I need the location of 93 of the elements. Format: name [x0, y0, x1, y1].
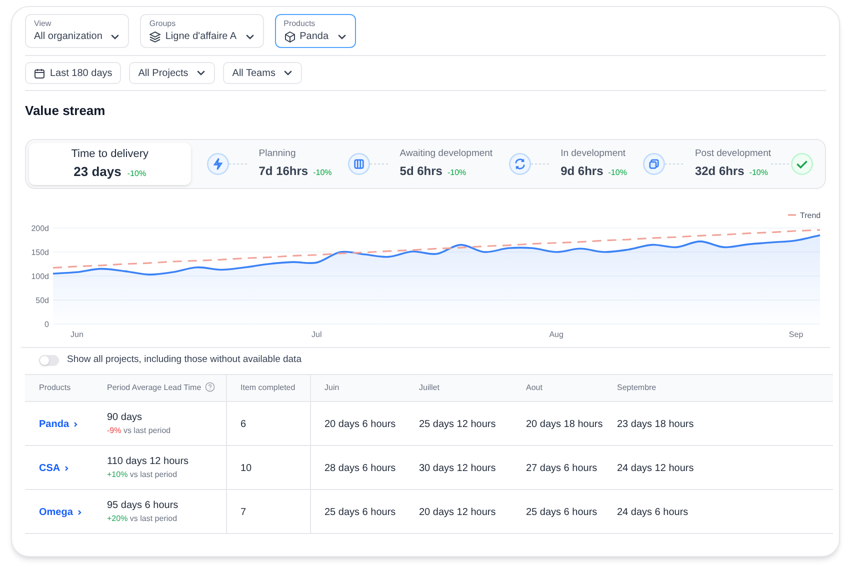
lead-time-value: 110 days 12 hours: [107, 454, 190, 468]
date-range-button[interactable]: Last 180 days: [25, 62, 122, 84]
table-cell: 25 days 12 hours: [419, 419, 496, 430]
chevron-right-icon: [72, 420, 80, 428]
check-icon: [791, 152, 813, 174]
change-note: -9% vs last period: [107, 424, 172, 436]
toggle-switch[interactable]: [39, 355, 59, 366]
chevron-down-icon: [196, 68, 206, 78]
chevron-right-icon: [63, 464, 70, 472]
table-cell: 25 days 6 hours: [526, 507, 598, 518]
column-header: Septembre: [617, 382, 656, 392]
columns-icon: [348, 152, 370, 174]
summary-value: 23 days: [74, 163, 122, 181]
filter-dropdown[interactable]: View All organization: [25, 14, 130, 48]
filter-value: Panda: [300, 30, 329, 44]
chevron-down-icon: [244, 32, 255, 42]
change-value: -10%: [127, 168, 146, 180]
column-header: Products: [39, 382, 71, 392]
layers-icon: [149, 31, 162, 43]
dotted-connector: [228, 162, 249, 164]
toggle-label: Show all projects, including those without available data: [67, 353, 302, 368]
dotted-connector: [370, 162, 390, 164]
product-link[interactable]: Panda: [39, 419, 80, 430]
chevron-down-icon: [283, 68, 294, 78]
cube-icon: [284, 31, 296, 43]
axis-label: Jul: [312, 330, 322, 338]
lead-time-value: 90 days: [107, 410, 144, 424]
stage-value: 9d 6hrs: [560, 162, 604, 180]
table-cell: 6: [240, 419, 246, 430]
table-cell: 30 days 12 hours: [419, 463, 496, 474]
lead-time-value: 95 days 6 hours: [107, 498, 180, 512]
table-cell: 20 days 18 hours: [526, 419, 603, 430]
change-value: -10%: [313, 166, 332, 179]
axis-label: Jun: [70, 330, 84, 338]
chevron-right-icon: [76, 508, 83, 516]
change-note: +10% vs last period: [107, 468, 178, 480]
axis-label: Aug: [549, 330, 564, 338]
change-note: +20% vs last period: [107, 512, 178, 524]
table-cell: 20 days 6 hours: [324, 419, 396, 430]
table-cell: 25 days 6 hours: [324, 507, 396, 518]
filter-value: All organization: [34, 30, 102, 44]
filter-dropdown[interactable]: All Projects: [129, 62, 216, 84]
legend-label: Trend: [800, 210, 821, 220]
calendar-icon: [34, 68, 45, 78]
change-value: -10%: [608, 166, 627, 179]
stage-label: Planning: [258, 147, 297, 162]
product-link[interactable]: CSA: [39, 463, 70, 474]
table-cell: 20 days 12 hours: [419, 507, 496, 518]
table-cell: 24 days 6 hours: [617, 507, 688, 518]
copy-icon: [642, 152, 665, 174]
column-header: Item completed: [240, 382, 296, 392]
axis-label: Sep: [788, 330, 804, 338]
column-header: Period Average Lead Time: [107, 382, 202, 392]
dotted-connector: [664, 162, 685, 164]
section-title: Value stream: [25, 102, 106, 120]
change-value: -10%: [447, 166, 466, 179]
stage-value: 5d 6hrs: [400, 162, 442, 180]
stage-label: Awaiting development: [400, 147, 493, 162]
filter-dropdown[interactable]: Groups Ligne d'affaire A: [140, 14, 264, 48]
column-header: Aout: [526, 382, 542, 392]
refresh-icon: [508, 152, 531, 174]
column-header: Juin: [324, 382, 340, 392]
table-cell: 27 days 6 hours: [526, 463, 598, 474]
product-link[interactable]: Omega: [39, 507, 83, 518]
table-cell: 24 days 12 hours: [617, 463, 694, 474]
stage-value: 7d 16hrs: [258, 162, 308, 180]
axis-label: 200d: [31, 224, 49, 232]
stage-label: In development: [560, 147, 627, 162]
axis-label: 0: [44, 320, 49, 328]
table-cell: 23 days 18 hours: [617, 419, 694, 430]
dotted-connector: [530, 162, 551, 164]
table-cell: 7: [240, 507, 246, 518]
filter-label: View: [34, 18, 52, 29]
axis-label: 50d: [36, 296, 49, 304]
help-icon: [205, 382, 216, 392]
filter-label: Groups: [149, 18, 176, 29]
stage-label: Post development: [694, 147, 771, 162]
chevron-down-icon: [336, 32, 347, 42]
axis-label: 100d: [31, 272, 49, 280]
dotted-connector: [771, 162, 791, 164]
lightning-icon: [206, 152, 229, 174]
filter-label: Products: [284, 18, 316, 29]
filter-value: Ligne d'affaire A: [165, 30, 237, 44]
axis-label: 150d: [31, 248, 49, 256]
filter-dropdown[interactable]: Products Panda: [274, 14, 356, 48]
table-cell: 10: [240, 463, 252, 474]
summary-label: Time to delivery: [71, 146, 148, 162]
chevron-down-icon: [110, 32, 120, 42]
table-cell: 28 days 6 hours: [324, 463, 396, 474]
filter-dropdown[interactable]: All Teams: [223, 62, 302, 84]
stage-value: 32d 6hrs: [694, 162, 744, 180]
column-header: Juillet: [419, 382, 440, 392]
change-value: -10%: [749, 166, 768, 179]
